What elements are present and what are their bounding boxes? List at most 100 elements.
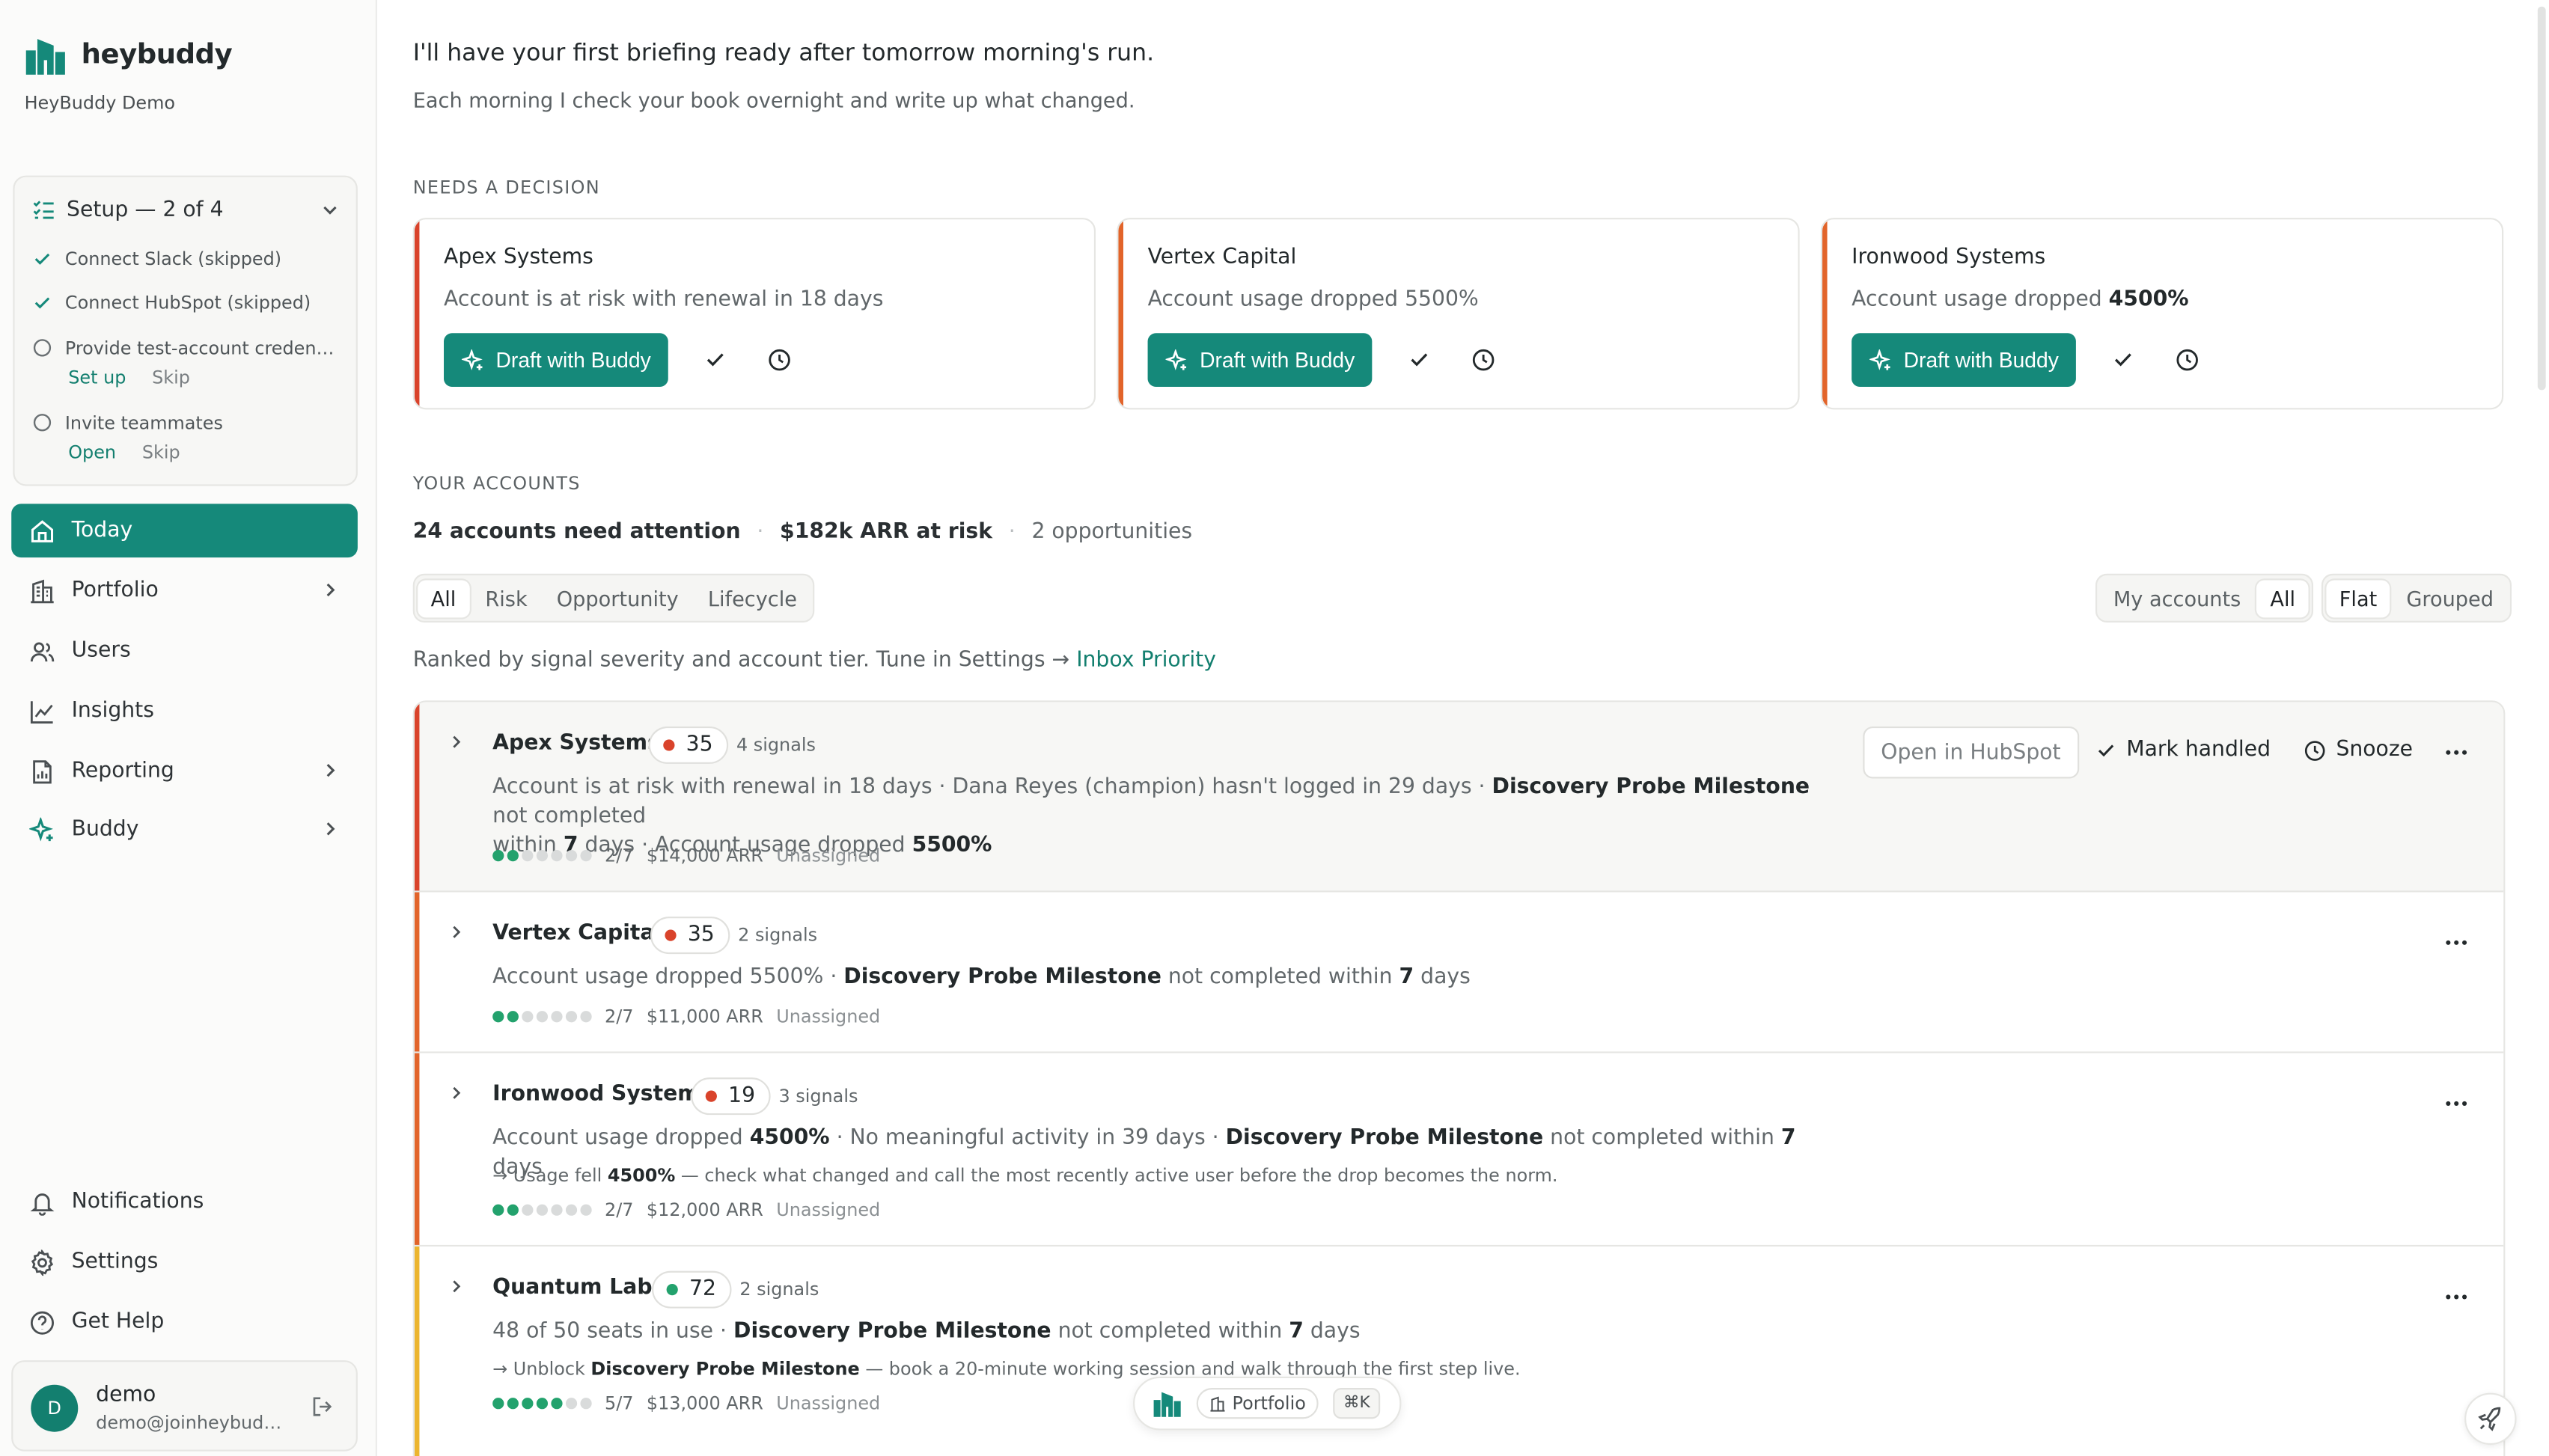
nav-item-notifications[interactable]: Notifications xyxy=(11,1175,358,1229)
setup-item-hubspot[interactable]: Connect HubSpot (skipped) xyxy=(32,293,343,313)
signal-filter-tabs: All Risk Opportunity Lifecycle xyxy=(412,573,815,623)
scope-my-accounts[interactable]: My accounts xyxy=(2100,579,2253,617)
open-in-hubspot-button[interactable]: Open in HubSpot xyxy=(1863,726,2079,779)
more-options-icon[interactable] xyxy=(2445,1294,2467,1300)
chevron-right-icon[interactable] xyxy=(447,733,465,751)
nav-item-settings[interactable]: Settings xyxy=(11,1235,358,1289)
needs-decision-label: NEEDS A DECISION xyxy=(412,177,600,199)
clock-icon[interactable] xyxy=(1471,348,1496,373)
feedback-button[interactable] xyxy=(2464,1392,2517,1446)
draft-with-buddy-button[interactable]: Draft with Buddy xyxy=(1147,333,1373,387)
bell-icon xyxy=(30,1193,55,1215)
decision-description: Account usage dropped 4500% xyxy=(1852,287,2189,313)
chart-line-icon xyxy=(30,700,53,723)
account-name[interactable]: Ironwood Systems xyxy=(492,1083,712,1107)
status-dot xyxy=(666,1284,678,1296)
decision-description: Account usage dropped 5500% xyxy=(1147,287,1479,313)
setup-header[interactable]: Setup — 2 of 4 xyxy=(32,195,340,224)
org-name: HeyBuddy Demo xyxy=(24,92,176,114)
more-options-icon[interactable] xyxy=(2445,940,2467,946)
lifecycle-stage: 2/7 xyxy=(605,1199,634,1221)
setup-link-skip[interactable]: Skip xyxy=(152,367,190,388)
arr-at-risk: $182k ARR at risk xyxy=(780,520,993,545)
decision-description: Account is at risk with renewal in 18 da… xyxy=(444,287,884,313)
setup-link-set-up[interactable]: Set up xyxy=(68,367,126,388)
heybuddy-logo-icon xyxy=(1153,1392,1181,1417)
view-grouped[interactable]: Grouped xyxy=(2393,579,2506,617)
filter-lifecycle[interactable]: Lifecycle xyxy=(695,579,810,617)
command-pill[interactable]: Portfolio ⌘K xyxy=(1133,1376,1402,1431)
ranking-note: Ranked by signal severity and account ti… xyxy=(412,648,1216,673)
check-icon[interactable] xyxy=(704,348,727,370)
filter-opportunity[interactable]: Opportunity xyxy=(543,579,692,617)
rocket-icon xyxy=(2478,1407,2501,1431)
signal-count: 2 signals xyxy=(738,924,818,946)
chevron-right-icon[interactable] xyxy=(447,1277,465,1295)
more-options-icon[interactable] xyxy=(2445,1101,2467,1107)
lifecycle-stage: 5/7 xyxy=(605,1392,634,1414)
checklist-icon xyxy=(33,201,54,219)
account-arr: $14,000 ARR xyxy=(646,845,763,866)
table-row[interactable]: Apex Systems 35 4 signals Account is at … xyxy=(414,702,2504,893)
signal-count: 3 signals xyxy=(778,1086,858,1107)
more-options-icon[interactable] xyxy=(2445,749,2467,756)
account-name[interactable]: Vertex Capital xyxy=(492,922,662,946)
filter-all[interactable]: All xyxy=(418,579,469,617)
brand[interactable]: heybuddy xyxy=(25,36,233,75)
table-row[interactable]: Quantum Labs 72 2 signals 48 of 50 seats… xyxy=(414,1247,2504,1456)
lifecycle-stage: 2/7 xyxy=(605,845,634,866)
filter-risk[interactable]: Risk xyxy=(472,579,540,617)
account-owner: Unassigned xyxy=(776,1392,881,1414)
brand-name: heybuddy xyxy=(81,39,233,72)
nav-item-today[interactable]: Today xyxy=(11,504,358,558)
nav-item-buddy[interactable]: Buddy xyxy=(11,803,358,857)
chevron-right-icon[interactable] xyxy=(447,923,465,941)
scrollbar[interactable] xyxy=(2537,6,2546,391)
check-icon[interactable] xyxy=(1408,348,1430,370)
sparkle-icon xyxy=(1869,348,1890,370)
user-card[interactable]: D demo demo@joinheybuddy.com xyxy=(11,1360,358,1452)
chevron-right-icon xyxy=(326,583,335,597)
scope-all[interactable]: All xyxy=(2257,579,2309,617)
row-meta: 5/7 $13,000 ARR Unassigned xyxy=(492,1393,880,1414)
chevron-right-icon xyxy=(326,763,335,777)
account-name[interactable]: Apex Systems xyxy=(492,731,660,756)
chevron-down-icon[interactable] xyxy=(320,200,340,219)
setup-item-invite[interactable]: Invite teammates xyxy=(32,413,343,434)
nav-item-insights[interactable]: Insights xyxy=(11,684,358,738)
logout-icon[interactable] xyxy=(311,1395,335,1419)
context-chip[interactable]: Portfolio xyxy=(1196,1388,1319,1419)
table-row[interactable]: Vertex Capital 35 2 signals Account usag… xyxy=(414,892,2504,1053)
signal-count: 2 signals xyxy=(739,1279,819,1300)
nav-item-label: Buddy xyxy=(71,817,139,842)
scope-toggle: My accounts All xyxy=(2095,573,2313,623)
clock-icon[interactable] xyxy=(2175,348,2200,373)
setup-link-skip[interactable]: Skip xyxy=(142,442,180,463)
nav-item-users[interactable]: Users xyxy=(11,624,358,678)
clock-icon[interactable] xyxy=(767,348,792,373)
check-icon[interactable] xyxy=(2112,348,2134,370)
draft-with-buddy-button[interactable]: Draft with Buddy xyxy=(1852,333,2077,387)
mark-handled-button[interactable]: Mark handled xyxy=(2095,738,2271,762)
table-row[interactable]: Ironwood Systems 19 3 signals Account us… xyxy=(414,1053,2504,1247)
setup-item-slack[interactable]: Connect Slack (skipped) xyxy=(32,248,343,270)
account-owner: Unassigned xyxy=(776,845,881,866)
nav-item-get-help[interactable]: Get Help xyxy=(11,1295,358,1349)
draft-with-buddy-button[interactable]: Draft with Buddy xyxy=(444,333,669,387)
view-flat[interactable]: Flat xyxy=(2326,579,2390,617)
account-name[interactable]: Quantum Labs xyxy=(492,1276,665,1300)
setup-link-open[interactable]: Open xyxy=(68,442,116,463)
inbox-priority-link[interactable]: Inbox Priority xyxy=(1076,649,1216,673)
nav-item-portfolio[interactable]: Portfolio xyxy=(11,564,358,618)
sparkle-icon xyxy=(29,816,53,841)
circle-icon xyxy=(33,339,52,357)
building-icon xyxy=(1210,1395,1225,1411)
setup-item-credentials[interactable]: Provide test-account credentials xyxy=(32,338,343,359)
lifecycle-stage: 2/7 xyxy=(605,1006,634,1027)
snooze-button[interactable]: Snooze xyxy=(2304,738,2413,762)
nav-item-reporting[interactable]: Reporting xyxy=(11,744,358,798)
account-arr: $12,000 ARR xyxy=(646,1199,763,1221)
setup-title: Setup — 2 of 4 xyxy=(67,197,224,222)
gear-icon xyxy=(31,1249,54,1276)
chevron-right-icon[interactable] xyxy=(447,1084,465,1102)
